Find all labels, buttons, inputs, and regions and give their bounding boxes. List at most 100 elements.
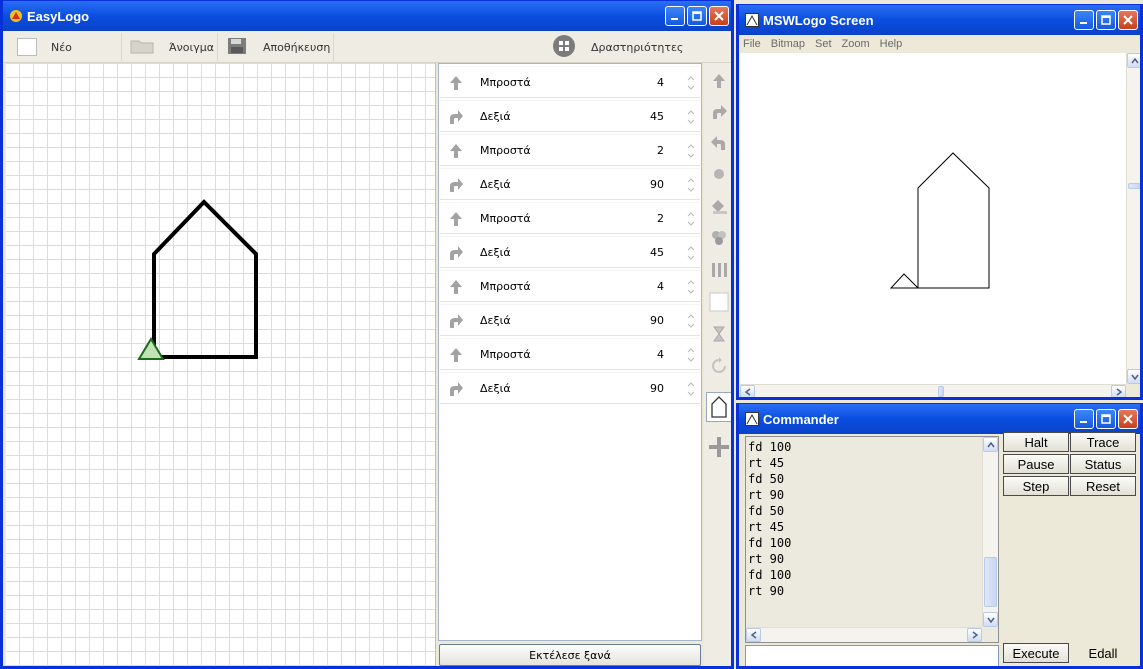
mswlogo-titlebar[interactable]: MSWLogo Screen [739, 5, 1140, 35]
step-button[interactable]: Step [1003, 476, 1069, 496]
close-button[interactable] [1118, 10, 1138, 30]
palette-repeat-button[interactable] [707, 354, 731, 378]
command-value[interactable]: 4 [657, 76, 664, 89]
menu-bitmap[interactable]: Bitmap [771, 38, 805, 50]
mswlogo-drawing-area[interactable] [740, 53, 1126, 384]
palette-shape-button[interactable] [706, 392, 731, 422]
mswlogo-horizontal-scrollbar[interactable] [740, 384, 1126, 397]
command-value[interactable]: 4 [657, 280, 664, 293]
run-again-button[interactable]: Εκτέλεσε ξανά [439, 644, 701, 666]
command-row[interactable]: Μπροστά 2 [440, 134, 700, 166]
value-spinner[interactable] [686, 107, 696, 127]
mswlogo-vertical-scrollbar[interactable] [1126, 53, 1140, 384]
save-button[interactable]: Αποθήκευση [227, 35, 330, 59]
palette-right-button[interactable] [707, 100, 731, 124]
floppy-disk-icon [227, 37, 247, 58]
command-value[interactable]: 45 [650, 246, 664, 259]
command-row[interactable]: Δεξιά 90 [440, 372, 700, 404]
turtle-drawing [137, 199, 258, 360]
command-row[interactable]: Μπροστά 4 [440, 338, 700, 370]
command-input[interactable] [745, 645, 999, 666]
command-value[interactable]: 90 [650, 382, 664, 395]
halt-button[interactable]: Halt [1003, 432, 1069, 452]
minimize-button[interactable] [1074, 10, 1094, 30]
scroll-right-arrow[interactable] [967, 628, 982, 642]
command-value[interactable]: 4 [657, 348, 664, 361]
command-row[interactable]: Μπροστά 4 [440, 66, 700, 98]
palette-pen-button[interactable] [707, 162, 731, 186]
command-value[interactable]: 45 [650, 110, 664, 123]
scroll-down-arrow[interactable] [1127, 369, 1140, 384]
minimize-button[interactable] [1074, 409, 1094, 429]
value-spinner[interactable] [686, 175, 696, 195]
scroll-right-arrow[interactable] [1111, 385, 1126, 397]
maximize-button[interactable] [1096, 10, 1116, 30]
maximize-button[interactable] [687, 6, 707, 26]
command-label: Δεξιά [480, 110, 511, 123]
close-button[interactable] [1118, 409, 1138, 429]
palette-forward-button[interactable] [707, 69, 731, 93]
value-spinner[interactable] [686, 311, 696, 331]
command-list[interactable]: Μπροστά 4 Δεξιά 45 Μπροστά 2 Δεξιά 90 Μπροστά 2 Δε… [438, 63, 702, 641]
command-row[interactable]: Δεξιά 90 [440, 168, 700, 200]
reset-button[interactable]: Reset [1070, 476, 1136, 496]
pause-button[interactable]: Pause [1003, 454, 1069, 474]
scroll-up-arrow[interactable] [1127, 53, 1140, 68]
scroll-thumb-horizontal[interactable] [938, 386, 944, 397]
command-value[interactable]: 2 [657, 212, 664, 225]
edall-button[interactable]: Edall [1070, 643, 1136, 663]
turtle-canvas[interactable] [6, 63, 436, 666]
palette-clear-button[interactable] [707, 290, 731, 314]
palette-add-button[interactable] [707, 435, 731, 459]
hourglass-icon [713, 326, 725, 342]
history-horizontal-scrollbar[interactable] [746, 627, 982, 642]
palette-width-button[interactable] [707, 258, 731, 282]
blank-page-icon [709, 292, 729, 312]
palette-wait-button[interactable] [707, 322, 731, 346]
open-button[interactable]: Άνοιγμα [129, 35, 214, 59]
command-value[interactable]: 2 [657, 144, 664, 157]
command-value[interactable]: 90 [650, 178, 664, 191]
value-spinner[interactable] [686, 141, 696, 161]
palette-color-button[interactable] [707, 226, 731, 250]
value-spinner[interactable] [686, 379, 696, 399]
command-label: Μπροστά [480, 212, 531, 225]
scroll-up-arrow[interactable] [983, 437, 998, 452]
scroll-left-arrow[interactable] [740, 385, 755, 397]
command-label: Μπροστά [480, 76, 531, 89]
command-row[interactable]: Δεξιά 45 [440, 236, 700, 268]
status-button[interactable]: Status [1070, 454, 1136, 474]
command-row[interactable]: Δεξιά 90 [440, 304, 700, 336]
palette-left-button[interactable] [707, 131, 731, 155]
execute-button[interactable]: Execute [1003, 643, 1069, 663]
activities-button[interactable]: Δραστηριότητες [551, 34, 683, 59]
close-button[interactable] [709, 6, 729, 26]
easylogo-titlebar[interactable]: EasyLogo [3, 1, 731, 31]
value-spinner[interactable] [686, 345, 696, 365]
palette-fill-button[interactable] [707, 194, 731, 218]
scroll-thumb[interactable] [1128, 183, 1140, 189]
scroll-thumb[interactable] [984, 557, 997, 607]
command-history[interactable]: fd 100 rt 45 fd 50 rt 90 fd 50 rt 45 fd 100 rt … [745, 436, 999, 643]
value-spinner[interactable] [686, 73, 696, 93]
maximize-button[interactable] [1096, 409, 1116, 429]
menu-zoom[interactable]: Zoom [842, 38, 870, 50]
value-spinner[interactable] [686, 277, 696, 297]
command-row[interactable]: Μπροστά 4 [440, 270, 700, 302]
commander-titlebar[interactable]: Commander [739, 404, 1140, 434]
value-spinner[interactable] [686, 243, 696, 263]
value-spinner[interactable] [686, 209, 696, 229]
menu-file[interactable]: File [743, 38, 761, 50]
new-button[interactable]: Νέο [17, 35, 72, 59]
command-value[interactable]: 90 [650, 314, 664, 327]
scroll-left-arrow[interactable] [746, 628, 761, 642]
mswlogo-app-icon [745, 13, 759, 27]
menu-help[interactable]: Help [880, 38, 903, 50]
history-vertical-scrollbar[interactable] [982, 437, 998, 627]
scroll-down-arrow[interactable] [983, 612, 998, 627]
command-row[interactable]: Μπροστά 2 [440, 202, 700, 234]
command-row[interactable]: Δεξιά 45 [440, 100, 700, 132]
minimize-button[interactable] [665, 6, 685, 26]
trace-button[interactable]: Trace [1070, 432, 1136, 452]
menu-set[interactable]: Set [815, 38, 832, 50]
